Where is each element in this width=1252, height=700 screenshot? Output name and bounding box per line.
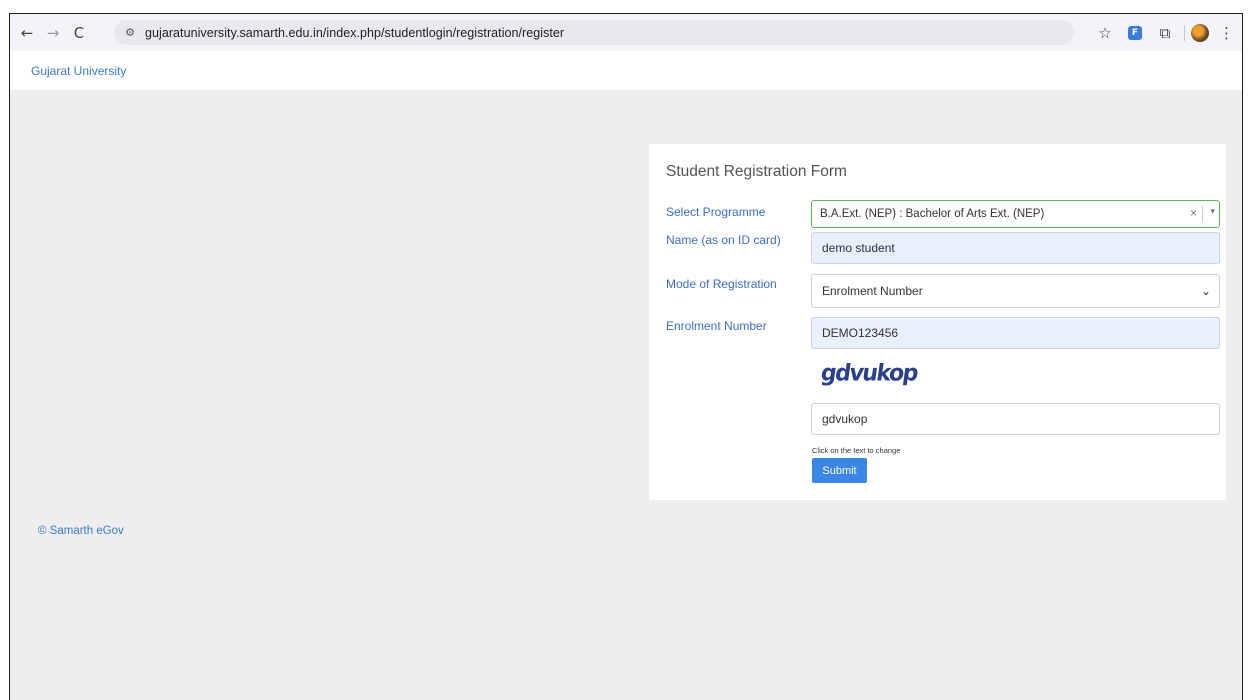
name-input[interactable]: demo student [811, 232, 1220, 264]
programme-label: Select Programme [666, 205, 766, 219]
extension-badge: F [1128, 25, 1142, 40]
mode-label: Mode of Registration [666, 277, 777, 291]
registration-form-panel: Student Registration Form Select Program… [649, 144, 1226, 500]
browser-toolbar: ← → C ⚙ gujaratuniversity.samarth.edu.in… [10, 14, 1242, 51]
forward-arrow-icon[interactable]: → [42, 22, 64, 44]
programme-select[interactable]: B.A.Ext. (NEP) : Bachelor of Arts Ext. (… [811, 200, 1220, 228]
enrolment-input[interactable]: DEMO123456 [811, 317, 1220, 349]
browser-window: ← → C ⚙ gujaratuniversity.samarth.edu.in… [9, 13, 1243, 700]
back-arrow-icon[interactable]: ← [16, 22, 38, 44]
submit-button[interactable]: Submit [812, 458, 867, 483]
form-title: Student Registration Form [666, 163, 847, 180]
address-bar[interactable]: ⚙ gujaratuniversity.samarth.edu.in/index… [114, 20, 1074, 45]
programme-selected-value: B.A.Ext. (NEP) : Bachelor of Arts Ext. (… [820, 208, 1045, 220]
clear-selection-icon[interactable]: × [1190, 206, 1197, 220]
captcha-input[interactable]: gdvukop [811, 403, 1220, 435]
mode-select[interactable]: Enrolment Number ⌄ [811, 274, 1220, 308]
footer-copyright-link[interactable]: © Samarth eGov [38, 525, 124, 537]
reload-icon[interactable]: C [68, 22, 90, 44]
name-input-value: demo student [822, 241, 895, 255]
chevron-down-icon[interactable]: ▾ [1210, 206, 1215, 217]
profile-avatar[interactable] [1191, 23, 1209, 42]
captcha-hint: Click on the text to change [812, 446, 901, 455]
extension-app-icon[interactable]: F [1122, 20, 1148, 46]
url-text[interactable]: gujaratuniversity.samarth.edu.in/index.p… [145, 26, 564, 40]
chevron-down-icon[interactable]: ⌄ [1201, 284, 1211, 298]
brand-link[interactable]: Gujarat University [31, 64, 126, 78]
toolbar-divider [1184, 24, 1185, 41]
select-divider [1202, 206, 1203, 222]
captcha-input-value: gdvukop [822, 412, 868, 426]
bookmark-star-icon[interactable]: ☆ [1092, 20, 1118, 46]
enrolment-label: Enrolment Number [666, 319, 767, 333]
toolbar-right: ☆ F ⧉ ⋮ [1088, 14, 1242, 51]
mode-selected-value: Enrolment Number [822, 284, 923, 298]
site-navbar: Gujarat University [10, 51, 1242, 90]
enrolment-input-value: DEMO123456 [822, 326, 899, 340]
name-label: Name (as on ID card) [666, 233, 781, 247]
site-info-icon[interactable]: ⚙ [122, 25, 138, 41]
captcha-image[interactable]: gdvukop [819, 360, 919, 386]
extensions-puzzle-icon[interactable]: ⧉ [1152, 20, 1178, 46]
browser-menu-icon[interactable]: ⋮ [1219, 24, 1234, 42]
